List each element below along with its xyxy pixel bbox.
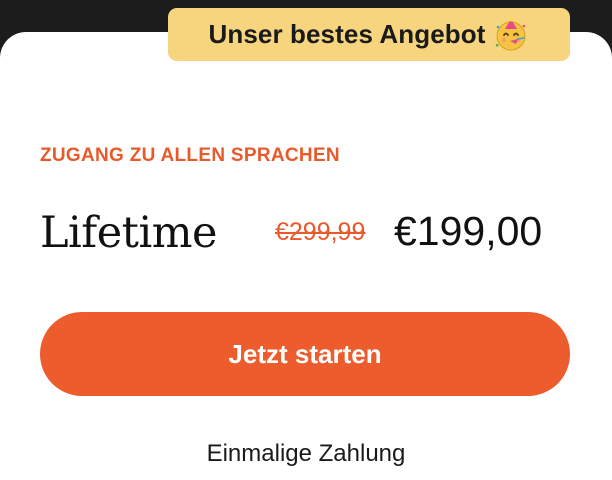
start-now-button[interactable]: Jetzt starten <box>40 312 570 396</box>
plan-name: Lifetime <box>40 208 217 258</box>
offer-card: ZUGANG ZU ALLEN SPRACHEN Lifetime €299,9… <box>0 32 612 480</box>
plan-eyebrow: ZUGANG ZU ALLEN SPRACHEN <box>40 145 340 166</box>
payment-note: Einmalige Zahlung <box>206 440 406 467</box>
party-face-emoji-icon <box>496 17 526 50</box>
best-offer-label: Unser bestes Angebot <box>208 19 486 49</box>
original-price: €299,99 <box>275 218 366 246</box>
current-price: €199,00 <box>394 208 543 254</box>
best-offer-badge: Unser bestes Angebot <box>168 8 570 61</box>
start-now-label: Jetzt starten <box>228 338 382 369</box>
